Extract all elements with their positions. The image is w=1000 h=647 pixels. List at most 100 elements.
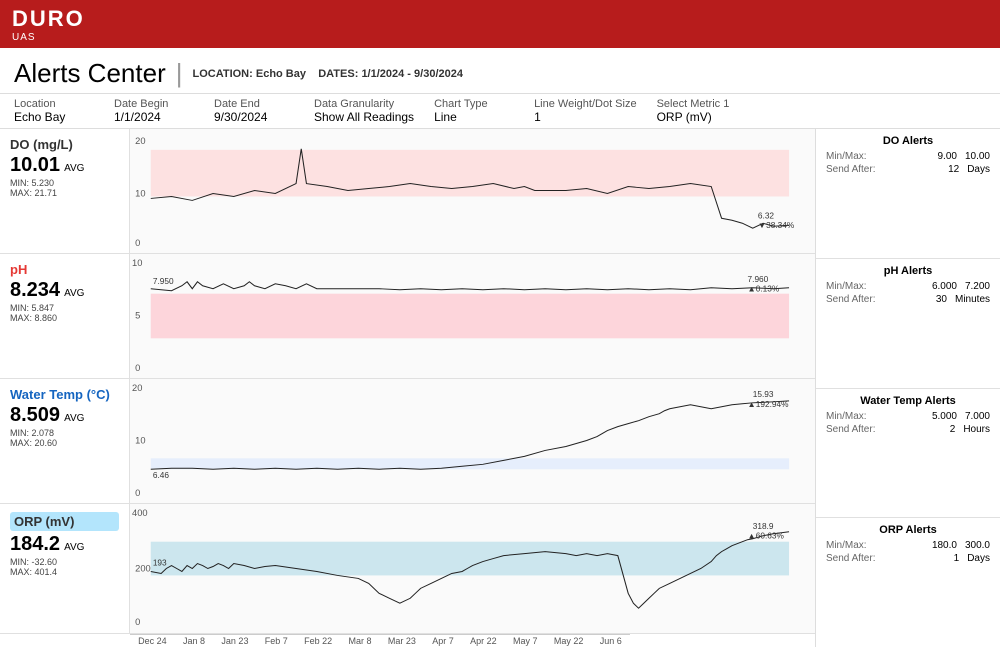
chart-svg-wt: 20 10 0 6.46 15.93 ▲192.94% xyxy=(130,379,815,503)
alert-min-0: 9.00 xyxy=(938,151,957,162)
x-axis-label-2: Jan 23 xyxy=(221,636,248,646)
alert-max-2: 7.000 xyxy=(965,411,990,422)
logo-text: DURO xyxy=(12,6,85,32)
control-value-3: Show All Readings xyxy=(314,110,414,124)
alert-send-row-3: Send After: 1 Days xyxy=(826,553,990,564)
x-axis-label-7: Apr 7 xyxy=(432,636,454,646)
x-axis-label-4: Feb 22 xyxy=(304,636,332,646)
chart-row-ph: pH 8.234 AVG MIN: 5.847MAX: 8.860 10 5 0 xyxy=(0,254,815,379)
svg-text:6.32: 6.32 xyxy=(758,211,775,220)
alert-minmax-row-0: Min/Max: 9.00 10.00 xyxy=(826,151,990,162)
x-axis-label-11: Jun 6 xyxy=(600,636,622,646)
do-band xyxy=(151,150,789,197)
x-axis-label-6: Mar 23 xyxy=(388,636,416,646)
chart-area-wt: 20 10 0 6.46 15.93 ▲192.94% xyxy=(130,379,815,503)
metric-name-ph: pH xyxy=(10,262,119,277)
alert-send-unit-2: Hours xyxy=(963,424,990,435)
svg-text:10: 10 xyxy=(132,258,142,268)
svg-text:▼38.34%: ▼38.34% xyxy=(758,221,794,230)
chart-row-wt: Water Temp (°C) 8.509 AVG MIN: 2.078MAX:… xyxy=(0,379,815,504)
control-group-1: Date Begin1/1/2024 xyxy=(114,98,214,124)
title-dates: 1/1/2024 - 9/30/2024 xyxy=(361,68,463,80)
chart-svg-do: 20 10 0 6.32 ▼38.34% xyxy=(130,129,815,253)
svg-text:15.93: 15.93 xyxy=(753,390,774,399)
control-label-5: Line Weight/Dot Size xyxy=(534,98,637,110)
svg-text:20: 20 xyxy=(135,136,145,146)
control-label-3: Data Granularity xyxy=(314,98,414,110)
control-label-0: Location xyxy=(14,98,94,110)
header: DURO UAS xyxy=(0,0,1000,48)
svg-text:▲0.13%: ▲0.13% xyxy=(748,285,780,294)
chart-row-do: DO (mg/L) 10.01 AVG MIN: 5.230MAX: 21.71… xyxy=(0,129,815,254)
control-value-6: ORP (mV) xyxy=(657,110,737,124)
alert-send-row-0: Send After: 12 Days xyxy=(826,164,990,175)
ph-band xyxy=(151,294,789,339)
svg-text:7.950: 7.950 xyxy=(153,277,174,286)
chart-svg-ph: 10 5 0 7.950 7.960 ▲0.13% xyxy=(130,254,815,378)
alert-title-0: DO Alerts xyxy=(826,135,990,147)
ph-line xyxy=(151,282,789,291)
control-group-4: Chart TypeLine xyxy=(434,98,534,124)
metric-name-wt: Water Temp (°C) xyxy=(10,387,119,402)
metric-name-orp: ORP (mV) xyxy=(14,514,74,529)
controls-row: LocationEcho BayDate Begin1/1/2024Date E… xyxy=(0,94,1000,129)
svg-text:0: 0 xyxy=(135,363,140,373)
svg-text:400: 400 xyxy=(132,508,148,518)
page-title: Alerts Center xyxy=(14,58,166,89)
alert-max-1: 7.200 xyxy=(965,281,990,292)
wt-band xyxy=(151,458,789,469)
metric-minmax-ph: MIN: 5.847MAX: 8.860 xyxy=(10,303,119,323)
orp-band xyxy=(151,542,789,576)
logo-sub: UAS xyxy=(12,32,85,43)
alerts-panel: DO Alerts Min/Max: 9.00 10.00 Send After… xyxy=(815,129,1000,647)
alert-send-val-0: 12 xyxy=(948,164,959,175)
metric-minmax-do: MIN: 5.230MAX: 21.71 xyxy=(10,178,119,198)
alert-send-val-1: 30 xyxy=(936,294,947,305)
x-axis-label-0: Dec 24 xyxy=(138,636,167,646)
metric-panel-do: DO (mg/L) 10.01 AVG MIN: 5.230MAX: 21.71 xyxy=(0,129,130,253)
svg-text:0: 0 xyxy=(135,238,140,248)
svg-text:318.9: 318.9 xyxy=(753,522,774,531)
control-group-5: Line Weight/Dot Size1 xyxy=(534,98,657,124)
control-group-6: Select Metric 1ORP (mV) xyxy=(657,98,757,124)
x-axis-label-1: Jan 8 xyxy=(183,636,205,646)
title-bar: Alerts Center | LOCATION: Echo Bay DATES… xyxy=(0,48,1000,94)
x-axis-label-3: Feb 7 xyxy=(265,636,288,646)
alert-group-3: ORP Alerts Min/Max: 180.0 300.0 Send Aft… xyxy=(816,518,1000,647)
alert-send-unit-1: Minutes xyxy=(955,294,990,305)
alert-send-val-2: 2 xyxy=(950,424,956,435)
control-value-1: 1/1/2024 xyxy=(114,110,194,124)
alert-min-3: 180.0 xyxy=(932,540,957,551)
alert-send-unit-3: Days xyxy=(967,553,990,564)
metric-name-do: DO (mg/L) xyxy=(10,137,119,152)
metric-avg-orp: 184.2 xyxy=(10,533,60,555)
control-value-5: 1 xyxy=(534,110,637,124)
metric-avg-do: 10.01 xyxy=(10,154,60,176)
alert-title-3: ORP Alerts xyxy=(826,524,990,536)
alert-minmax-row-1: Min/Max: 6.000 7.200 xyxy=(826,281,990,292)
x-axis-label-10: May 22 xyxy=(554,636,584,646)
svg-text:▲192.94%: ▲192.94% xyxy=(748,400,789,409)
svg-text:200: 200 xyxy=(135,564,151,574)
alert-max-3: 300.0 xyxy=(965,540,990,551)
x-axis-label-5: Mar 8 xyxy=(349,636,372,646)
chart-svg-orp: 400 200 0 193 318.9 ▲60.63% xyxy=(130,504,815,633)
control-label-1: Date Begin xyxy=(114,98,194,110)
control-group-3: Data GranularityShow All Readings xyxy=(314,98,434,124)
alert-minmax-row-2: Min/Max: 5.000 7.000 xyxy=(826,411,990,422)
svg-text:193: 193 xyxy=(153,559,167,568)
metric-minmax-orp: MIN: -32.60MAX: 401.4 xyxy=(10,557,119,577)
alert-send-unit-0: Days xyxy=(967,164,990,175)
svg-text:0: 0 xyxy=(135,488,140,498)
alert-group-0: DO Alerts Min/Max: 9.00 10.00 Send After… xyxy=(816,129,1000,259)
svg-text:20: 20 xyxy=(132,383,142,393)
svg-text:5: 5 xyxy=(135,311,140,321)
chart-row-orp: ORP (mV) 184.2 AVG MIN: -32.60MAX: 401.4… xyxy=(0,504,815,634)
svg-text:6.46: 6.46 xyxy=(153,471,170,480)
alert-max-0: 10.00 xyxy=(965,151,990,162)
alert-send-row-2: Send After: 2 Hours xyxy=(826,424,990,435)
x-axis-label-9: May 7 xyxy=(513,636,538,646)
metric-avg-wt: 8.509 xyxy=(10,404,60,426)
control-label-6: Select Metric 1 xyxy=(657,98,737,110)
alert-minmax-row-3: Min/Max: 180.0 300.0 xyxy=(826,540,990,551)
